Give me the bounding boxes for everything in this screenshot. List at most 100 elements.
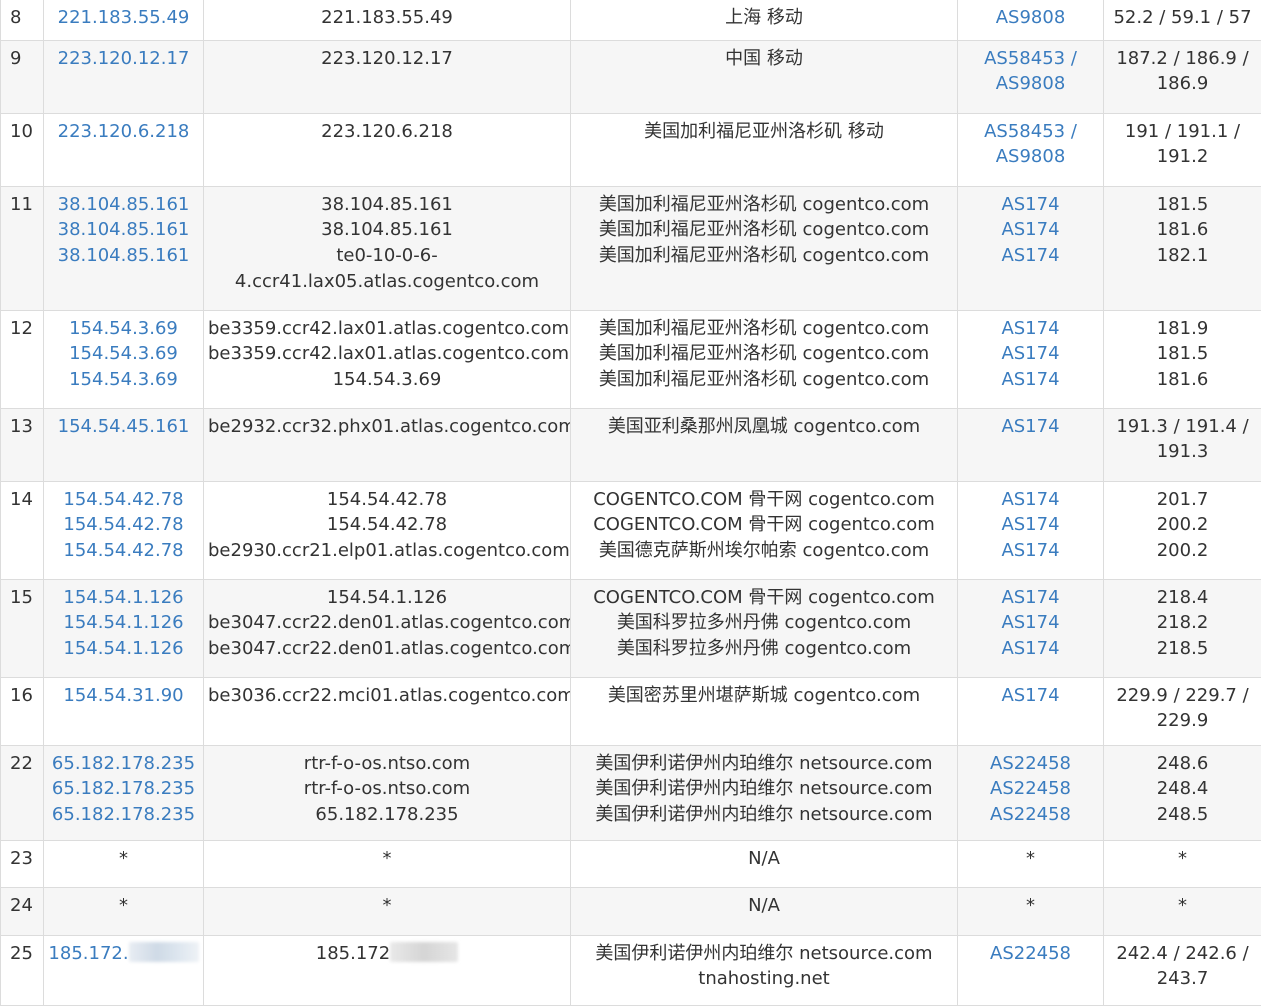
asn-link[interactable]: AS174	[962, 636, 1099, 662]
table-row: 1138.104.85.16138.104.85.16138.104.85.16…	[1, 186, 1261, 310]
asn-link[interactable]: AS174	[962, 217, 1099, 243]
ip-link[interactable]: 154.54.3.69	[48, 367, 199, 393]
hostname-text: 221.183.55.49	[208, 5, 566, 31]
asn-link[interactable]: AS174	[962, 243, 1099, 269]
latency-cell: 218.4218.2218.5	[1104, 579, 1261, 677]
asn-link[interactable]: AS9808	[962, 144, 1099, 170]
ip-cell: 221.183.55.49	[44, 0, 204, 40]
asn-link[interactable]: AS58453 /	[962, 119, 1099, 145]
hostname-text: te0-10-0-6-	[208, 243, 566, 269]
location-text: 美国伊利诺伊州内珀维尔 netsource.com	[575, 802, 953, 828]
asn-text: *	[962, 893, 1099, 919]
ip-link[interactable]: 65.182.178.235	[48, 751, 199, 777]
ip-link[interactable]: 223.120.6.218	[48, 119, 199, 145]
redacted-mask	[390, 942, 458, 962]
ip-link[interactable]: 65.182.178.235	[48, 802, 199, 828]
ip-link[interactable]: 154.54.45.161	[48, 414, 199, 440]
hostname-cell: 185.172	[204, 935, 571, 1005]
asn-link[interactable]: AS174	[962, 538, 1099, 564]
latency-text: 191.3	[1108, 439, 1257, 465]
ip-link[interactable]: 221.183.55.49	[48, 5, 199, 31]
hop-number: 22	[1, 745, 44, 840]
hop-number-label: 10	[10, 121, 33, 142]
ip-link[interactable]: 154.54.42.78	[48, 512, 199, 538]
asn-link[interactable]: AS174	[962, 512, 1099, 538]
asn-link[interactable]: AS174	[962, 487, 1099, 513]
asn-link[interactable]: AS174	[962, 683, 1099, 709]
hostname-cell: *	[204, 887, 571, 935]
asn-link[interactable]: AS174	[962, 585, 1099, 611]
asn-link[interactable]: AS174	[962, 414, 1099, 440]
latency-cell: *	[1104, 887, 1261, 935]
hostname-cell: 154.54.42.78154.54.42.78be2930.ccr21.elp…	[204, 481, 571, 579]
table-row: 25185.172.185.172美国伊利诺伊州内珀维尔 netsource.c…	[1, 935, 1261, 1005]
table-row: 2265.182.178.23565.182.178.23565.182.178…	[1, 745, 1261, 840]
ip-link[interactable]: 38.104.85.161	[48, 192, 199, 218]
ip-link[interactable]: 223.120.12.17	[48, 46, 199, 72]
latency-text: 181.5	[1108, 341, 1257, 367]
ip-link[interactable]: 38.104.85.161	[48, 217, 199, 243]
hostname-text: 154.54.3.69	[208, 367, 566, 393]
location-text: 中国 移动	[575, 46, 953, 72]
ip-link[interactable]: 185.172.	[48, 943, 128, 964]
location-text: 美国加利福尼亚州洛杉矶 移动	[575, 119, 953, 145]
location-cell: 美国加利福尼亚州洛杉矶 移动	[571, 113, 958, 186]
ip-text: *	[48, 893, 199, 919]
asn-link[interactable]: AS174	[962, 316, 1099, 342]
ip-link[interactable]: 154.54.42.78	[48, 487, 199, 513]
hostname-text: 223.120.6.218	[208, 119, 566, 145]
location-cell: 美国伊利诺伊州内珀维尔 netsource.com美国伊利诺伊州内珀维尔 net…	[571, 745, 958, 840]
ip-cell: 223.120.6.218	[44, 113, 204, 186]
hop-number: 23	[1, 840, 44, 887]
ip-cell: *	[44, 840, 204, 887]
asn-link[interactable]: AS22458	[962, 802, 1099, 828]
latency-text: 229.9	[1108, 708, 1257, 734]
asn-text: *	[962, 846, 1099, 872]
latency-text: 218.2	[1108, 610, 1257, 636]
asn-link[interactable]: AS22458	[962, 776, 1099, 802]
latency-text: 242.4 / 242.6 /	[1108, 941, 1257, 967]
traceroute-table: 8221.183.55.49221.183.55.49上海 移动AS980852…	[0, 0, 1261, 1006]
latency-cell: 191 / 191.1 /191.2	[1104, 113, 1261, 186]
latency-cell: 248.6248.4248.5	[1104, 745, 1261, 840]
ip-link[interactable]: 38.104.85.161	[48, 243, 199, 269]
hop-number: 24	[1, 887, 44, 935]
hostname-cell: 154.54.1.126be3047.ccr22.den01.atlas.cog…	[204, 579, 571, 677]
asn-link[interactable]: AS58453 /	[962, 46, 1099, 72]
hostname-text: *	[208, 893, 566, 919]
latency-text: 191.3 / 191.4 /	[1108, 414, 1257, 440]
ip-link[interactable]: 154.54.1.126	[48, 585, 199, 611]
hostname-text: be3359.ccr42.lax01.atlas.cogentco.com	[208, 341, 566, 367]
asn-link[interactable]: AS174	[962, 192, 1099, 218]
latency-text: 181.6	[1108, 367, 1257, 393]
asn-link[interactable]: AS9808	[962, 71, 1099, 97]
ip-link[interactable]: 65.182.178.235	[48, 776, 199, 802]
location-cell: 中国 移动	[571, 40, 958, 113]
latency-cell: 229.9 / 229.7 /229.9	[1104, 677, 1261, 745]
asn-link[interactable]: AS22458	[962, 751, 1099, 777]
asn-link[interactable]: AS22458	[962, 941, 1099, 967]
hostname-text: be3047.ccr22.den01.atlas.cogentco.com	[208, 610, 566, 636]
ip-text: *	[48, 846, 199, 872]
ip-link[interactable]: 154.54.31.90	[48, 683, 199, 709]
hostname-cell: be3359.ccr42.lax01.atlas.cogentco.combe3…	[204, 310, 571, 408]
hostname-cell: *	[204, 840, 571, 887]
asn-link[interactable]: AS174	[962, 367, 1099, 393]
hop-number: 8	[1, 0, 44, 40]
hostname-cell: rtr-f-o-os.ntso.comrtr-f-o-os.ntso.com65…	[204, 745, 571, 840]
ip-link[interactable]: 154.54.1.126	[48, 610, 199, 636]
latency-text: 243.7	[1108, 966, 1257, 992]
ip-link[interactable]: 154.54.42.78	[48, 538, 199, 564]
hop-number: 25	[1, 935, 44, 1005]
ip-cell: 154.54.1.126154.54.1.126154.54.1.126	[44, 579, 204, 677]
ip-link[interactable]: 154.54.3.69	[48, 341, 199, 367]
traceroute-rows: 8221.183.55.49221.183.55.49上海 移动AS980852…	[1, 0, 1261, 1005]
hostname-text: be2930.ccr21.elp01.atlas.cogentco.com	[208, 538, 566, 564]
location-text: 美国科罗拉多州丹佛 cogentco.com	[575, 610, 953, 636]
asn-link[interactable]: AS174	[962, 341, 1099, 367]
ip-link[interactable]: 154.54.3.69	[48, 316, 199, 342]
ip-cell: 223.120.12.17	[44, 40, 204, 113]
asn-link[interactable]: AS174	[962, 610, 1099, 636]
ip-link[interactable]: 154.54.1.126	[48, 636, 199, 662]
asn-link[interactable]: AS9808	[962, 5, 1099, 31]
